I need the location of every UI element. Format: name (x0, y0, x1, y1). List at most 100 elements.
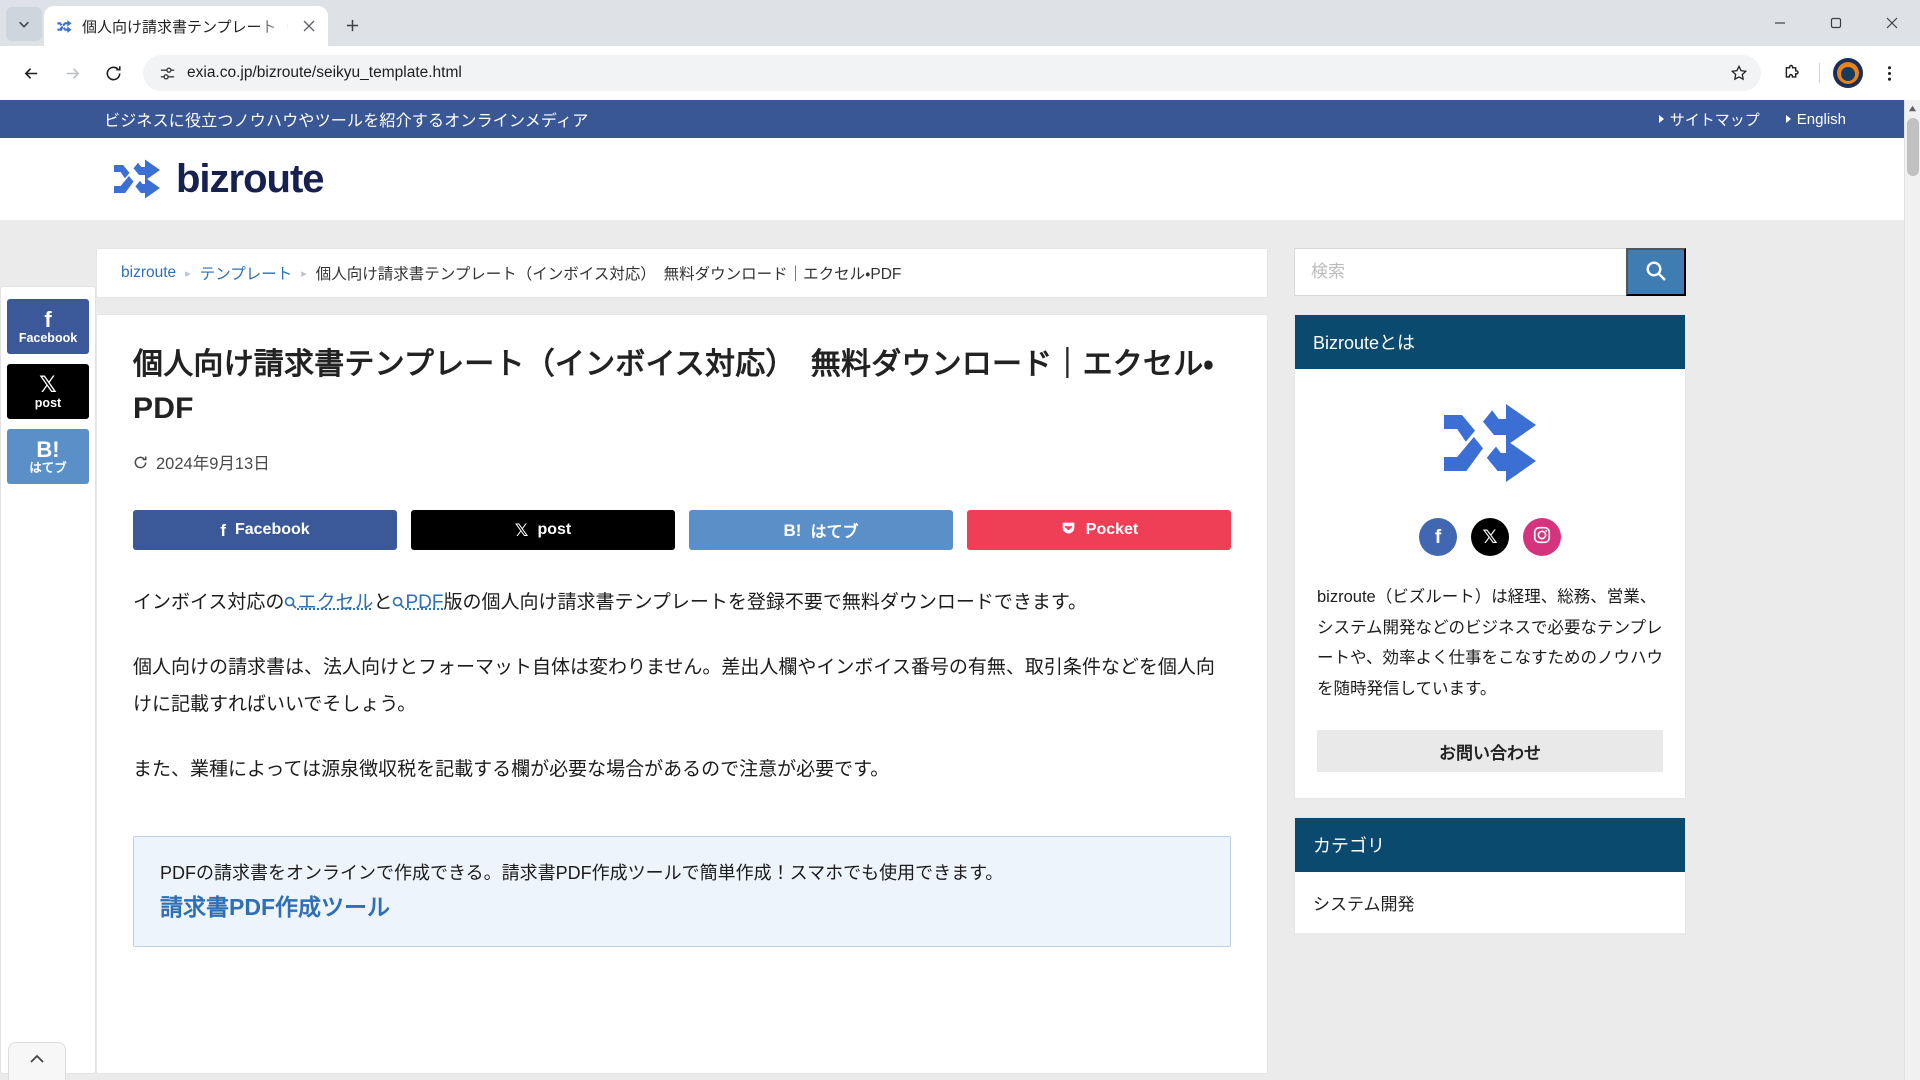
search-button[interactable] (1626, 248, 1686, 296)
pocket-icon (1060, 520, 1077, 540)
breadcrumb-separator: ▸ (185, 267, 191, 280)
social-facebook[interactable]: f (1419, 518, 1457, 556)
hatena-icon: B! (783, 520, 802, 540)
caret-right-icon (1658, 115, 1664, 123)
widget-category: カテゴリ システム開発 (1294, 817, 1686, 936)
about-text: bizroute（ビズルート）は経理、総務、営業、システム開発などのビジネスで必… (1317, 588, 1664, 698)
caret-right-icon (1785, 115, 1791, 123)
puzzle-icon[interactable] (1772, 54, 1810, 92)
topbar-link-english[interactable]: English (1785, 110, 1846, 128)
article: 個人向け請求書テンプレート（インボイス対応） 無料ダウンロード｜エクセル・PDF… (96, 314, 1268, 1074)
sidebar: Bizrouteとは (1294, 248, 1686, 1074)
share-button-x[interactable]: 𝕏 post (411, 510, 675, 550)
widget-about-heading: Bizrouteとは (1295, 315, 1685, 369)
address-bar[interactable]: exia.co.jp/bizroute/seikyu_template.html (143, 55, 1761, 91)
rail-share-hatena[interactable]: B! はてブ (7, 429, 89, 484)
browser-toolbar: exia.co.jp/bizroute/seikyu_template.html (0, 46, 1920, 100)
widget-about-body: f 𝕏 bizroute（ビズルート）は経理、総務、営業、システム開発などのビジ… (1295, 369, 1685, 798)
left-rail: f Facebook 𝕏 post B! はてブ (0, 248, 96, 1074)
share-button-label: Facebook (234, 521, 310, 538)
share-button-facebook[interactable]: f Facebook (133, 510, 397, 550)
arrow-left-icon[interactable] (12, 54, 50, 92)
facebook-icon: f (1434, 526, 1442, 548)
site-header: bizroute (0, 138, 1904, 220)
star-icon[interactable] (1723, 57, 1755, 89)
contact-button[interactable]: お問い合わせ (1317, 730, 1663, 773)
rail-share-x[interactable]: 𝕏 post (7, 364, 89, 419)
chevron-up-icon (27, 1049, 47, 1074)
rail-label: post (34, 395, 62, 410)
share-button-label: はてブ (810, 524, 859, 541)
scrollbar-up-arrow[interactable] (1905, 100, 1920, 117)
site-tagline: ビジネスに役立つノウハウやツールを紹介するオンラインメディア (104, 113, 589, 130)
topbar-links: サイトマップ English (1658, 109, 1876, 130)
share-button-pocket[interactable]: Pocket (967, 510, 1231, 550)
page-viewport: ビジネスに役立つノウハウやツールを紹介するオンラインメディア サイトマップ En… (0, 100, 1920, 1080)
callout-link[interactable]: 請求書PDF作成ツール (160, 894, 390, 920)
refresh-icon (133, 455, 148, 470)
scrollbar-thumb[interactable] (1907, 118, 1919, 176)
social-instagram[interactable] (1523, 518, 1561, 556)
arrow-right-icon (53, 54, 91, 92)
new-tab-button[interactable] (335, 8, 369, 42)
tab-search-button[interactable] (6, 7, 42, 41)
page-content: f Facebook 𝕏 post B! はてブ bizroute ▸ テンプレ… (0, 220, 1904, 1074)
tune-icon[interactable] (158, 64, 177, 83)
post-date-text: 2024年9月13日 (156, 455, 270, 473)
topbar-link-label: サイトマップ (1669, 111, 1760, 129)
para1-middle: と (373, 592, 393, 613)
floating-share-rail: f Facebook 𝕏 post B! はてブ (0, 286, 96, 1074)
breadcrumb-item-home[interactable]: bizroute (121, 264, 176, 282)
minimize-icon[interactable] (1752, 0, 1808, 46)
site-topbar: ビジネスに役立つノウハウやツールを紹介するオンラインメディア サイトマップ En… (0, 100, 1904, 138)
category-item-system-development[interactable]: システム開発 (1295, 872, 1685, 935)
x-twitter-icon: 𝕏 (1482, 526, 1498, 548)
avatar[interactable] (1829, 54, 1867, 92)
widget-category-heading: カテゴリ (1295, 818, 1685, 873)
maximize-icon[interactable] (1808, 0, 1864, 46)
window-controls (1752, 0, 1920, 46)
search-input[interactable] (1294, 248, 1626, 296)
social-links: f 𝕏 (1317, 518, 1663, 556)
article-paragraph-1: インボイス対応の エクセルと PDF版の個人向け請求書テンプレートを登録不要で無料ダ… (133, 584, 1231, 621)
search-icon (1645, 260, 1667, 285)
topbar-link-sitemap[interactable]: サイトマップ (1658, 109, 1760, 130)
callout-text: PDFの請求書をオンラインで作成できる。請求書PDF作成ツールで簡単作成！スマホ… (160, 863, 1004, 884)
link-pdf[interactable]: PDF (405, 592, 443, 613)
hatena-icon: B! (36, 436, 60, 462)
widget-about: Bizrouteとは f 𝕏 bizroute（ビズルート）は経理、総務、営業、… (1294, 314, 1686, 800)
search-icon (284, 585, 298, 609)
reload-icon[interactable] (94, 54, 132, 92)
logo-text: bizroute (176, 157, 325, 201)
shuffle-icon (112, 159, 162, 199)
close-icon[interactable] (298, 15, 320, 37)
window-close-icon[interactable] (1864, 0, 1920, 46)
more-vertical-icon[interactable] (1870, 54, 1908, 92)
rail-label: Facebook (18, 330, 78, 345)
search-icon (392, 585, 406, 609)
breadcrumb: bizroute ▸ テンプレート ▸ 個人向け請求書テンプレート（インボイス対… (96, 248, 1268, 298)
main-column: bizroute ▸ テンプレート ▸ 個人向け請求書テンプレート（インボイス対… (96, 248, 1268, 1074)
instagram-icon (1532, 525, 1552, 550)
browser-tab[interactable]: 個人向け請求書テンプレート（インボ (44, 6, 328, 46)
search-form (1294, 248, 1686, 296)
page-title: 個人向け請求書テンプレート（インボイス対応） 無料ダウンロード｜エクセル・PDF (133, 348, 1214, 425)
rail-share-facebook[interactable]: f Facebook (7, 299, 89, 354)
breadcrumb-separator: ▸ (301, 267, 307, 280)
shuffle-icon (1440, 403, 1540, 488)
x-twitter-icon: 𝕏 (39, 371, 57, 397)
share-button-label: post (537, 521, 572, 538)
topbar-link-label: English (1796, 110, 1846, 128)
breadcrumb-item-template[interactable]: テンプレート (200, 262, 293, 284)
article-paragraph-3: また、業種によっては源泉徴収税を記載する欄が必要な場合があるので注意が必要です。 (133, 759, 890, 781)
tab-strip: 個人向け請求書テンプレート（インボ (0, 0, 1920, 46)
scroll-to-top-button[interactable] (8, 1042, 66, 1080)
link-excel[interactable]: エクセル (297, 592, 373, 613)
breadcrumb-item-current: 個人向け請求書テンプレート（インボイス対応） 無料ダウンロード｜エクセル・PDF (315, 266, 902, 283)
share-button-hatena[interactable]: B! はてブ (689, 510, 953, 550)
site-logo[interactable]: bizroute (112, 157, 325, 201)
social-x[interactable]: 𝕏 (1471, 518, 1509, 556)
browser-window: 個人向け請求書テンプレート（インボ (0, 0, 1920, 1080)
page-scrollbar[interactable] (1904, 100, 1920, 1080)
x-twitter-icon: 𝕏 (514, 520, 529, 540)
